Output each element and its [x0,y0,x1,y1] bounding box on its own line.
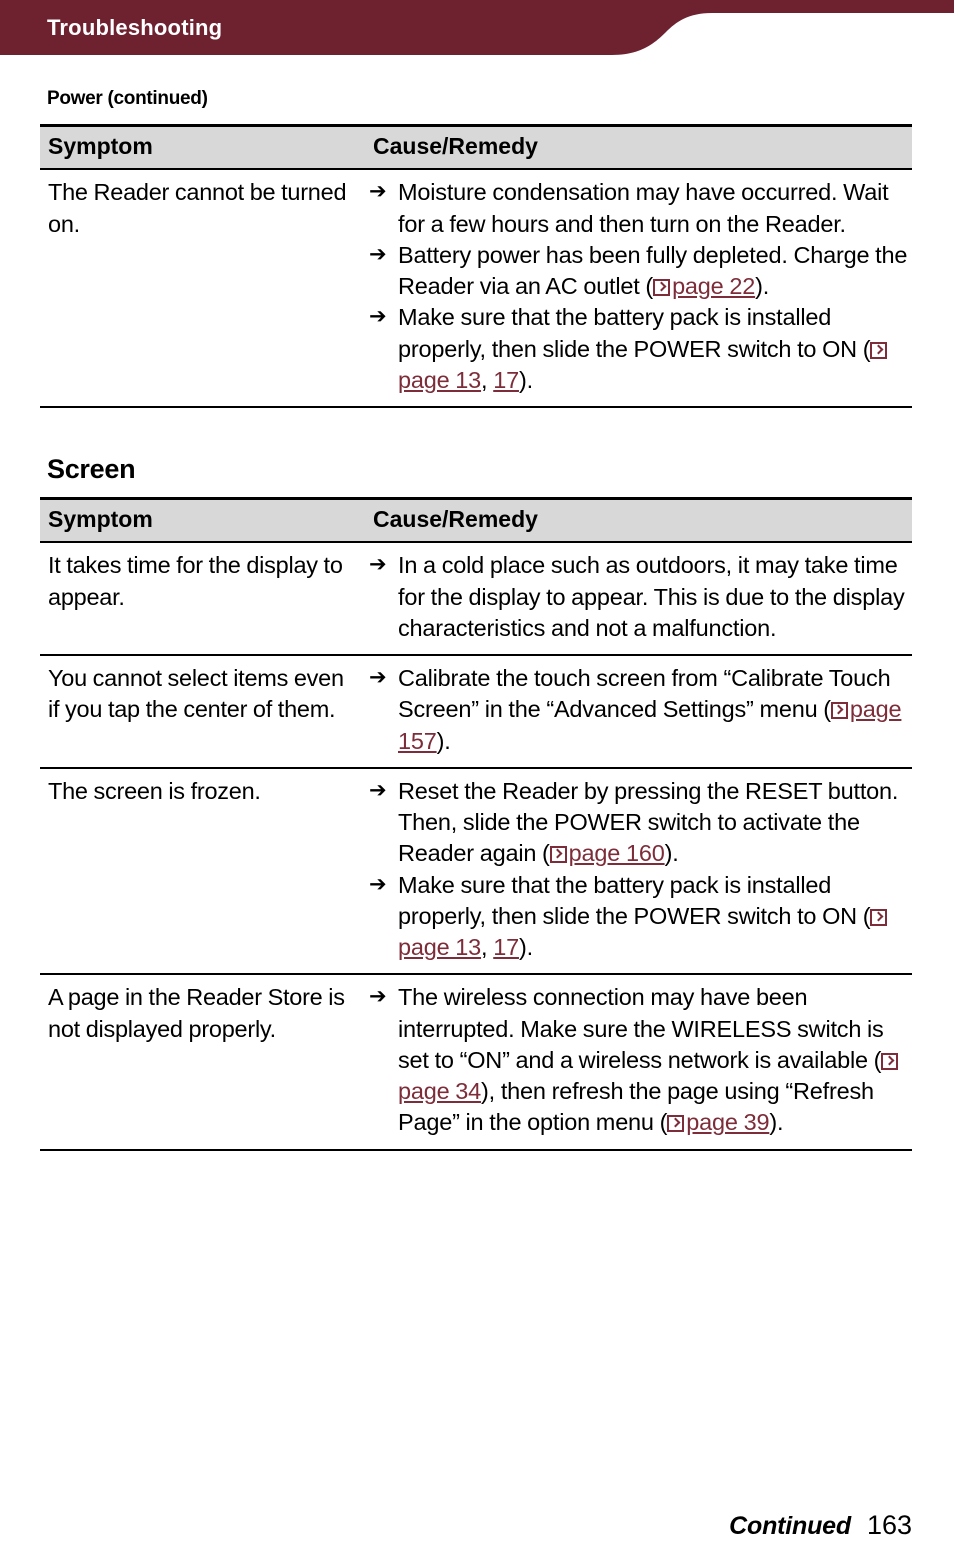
remedy-item: ➔ Moisture condensation may have occurred… [369,177,910,240]
table-row: You cannot select items even if you tap … [40,655,912,769]
cell-symptom: The Reader cannot be turned on. [40,169,355,409]
spacer-top [0,58,954,88]
arrow-right-bullet-icon: ➔ [369,304,387,329]
page-reference-link[interactable]: 17 [493,934,519,960]
arrow-right-bullet-icon: ➔ [369,777,387,802]
page-reference-icon [653,279,671,297]
remedy-item: ➔ Calibrate the touch screen from “Calibr… [369,663,910,757]
page-reference-icon [549,846,567,864]
cell-remedy: ➔ Calibrate the touch screen from “Calibr… [355,655,912,769]
table-row: The screen is frozen. ➔ Reset the Reader … [40,767,912,976]
remedy-list: ➔ Moisture condensation may have occurred… [369,177,910,396]
troubleshooting-table-screen: Symptom Cause/Remedy It takes time for t… [40,497,912,1151]
page-reference-link[interactable]: page 34 [398,1078,481,1104]
remedy-text: The wireless connection may have been in… [398,984,900,1135]
cell-symptom: You cannot select items even if you tap … [40,655,355,769]
column-header-symptom: Symptom [40,124,355,171]
cell-remedy: ➔ Reset the Reader by pressing the RESET … [355,767,912,976]
page-reference-icon [881,1052,899,1070]
cell-symptom: The screen is frozen. [40,767,355,976]
arrow-right-bullet-icon: ➔ [369,871,387,896]
remedy-list: ➔ The wireless connection may have been i… [369,982,910,1138]
section-heading-screen: Screen [47,454,136,485]
page-reference-link[interactable]: page 13 [398,367,481,393]
page-reference-icon [667,1115,685,1133]
section-heading-power: Power (continued) [47,88,208,109]
arrow-right-bullet-icon: ➔ [369,984,387,1009]
remedy-item: ➔ The wireless connection may have been i… [369,982,910,1138]
remedy-list: ➔ Calibrate the touch screen from “Calibr… [369,663,910,757]
remedy-text: Calibrate the touch screen from “Calibra… [398,665,902,754]
table-header-row: Symptom Cause/Remedy [40,497,912,544]
page-content: Power (continued) Symptom Cause/Remedy T… [0,58,954,1151]
table-row: A page in the Reader Store is not displa… [40,974,912,1151]
remedy-list: ➔ In a cold place such as outdoors, it ma… [369,550,910,644]
troubleshooting-table-power: Symptom Cause/Remedy The Reader cannot b… [40,124,912,409]
remedy-text: Reset the Reader by pressing the RESET b… [398,777,899,867]
column-header-remedy: Cause/Remedy [355,497,912,544]
page-footer: Continued 163 [40,1510,912,1541]
cell-remedy: ➔ Moisture condensation may have occurred… [355,169,912,409]
remedy-text: Battery power has been fully depleted. C… [398,241,908,300]
table-header-row: Symptom Cause/Remedy [40,124,912,171]
page-header-band: Troubleshooting [0,0,954,58]
cell-remedy: ➔ In a cold place such as outdoors, it ma… [355,542,912,657]
remedy-text: Make sure that the battery pack is insta… [398,304,889,393]
cell-remedy: ➔ The wireless connection may have been i… [355,974,912,1151]
arrow-right-bullet-icon: ➔ [369,552,387,577]
page-reference-link[interactable]: page 39 [686,1109,769,1135]
page-reference-icon [870,341,888,359]
page-number: 163 [866,1510,912,1540]
cell-symptom: A page in the Reader Store is not displa… [40,974,355,1151]
page-reference-icon [830,702,848,720]
page-reference-link[interactable]: 17 [493,367,519,393]
remedy-text: In a cold place such as outdoors, it may… [398,552,905,641]
remedy-item: ➔ Reset the Reader by pressing the RESET … [369,776,910,870]
column-header-symptom: Symptom [40,497,355,544]
page-title: Troubleshooting [47,15,223,40]
table-row: The Reader cannot be turned on. ➔ Moistur… [40,169,912,409]
page-reference-link[interactable]: page 22 [672,273,755,299]
arrow-right-bullet-icon: ➔ [369,179,387,204]
arrow-right-bullet-icon: ➔ [369,665,387,690]
spacer-between-sections [0,408,954,454]
cell-symptom: It takes time for the display to appear. [40,542,355,657]
table-body: The Reader cannot be turned on. ➔ Moistur… [40,169,912,409]
remedy-item: ➔ In a cold place such as outdoors, it ma… [369,550,910,644]
table-body: It takes time for the display to appear.… [40,542,912,1151]
remedy-item: ➔ Battery power has been fully depleted. … [369,240,910,303]
remedy-text: Make sure that the battery pack is insta… [398,872,889,960]
page-reference-link[interactable]: page 160 [569,840,665,866]
remedy-list: ➔ Reset the Reader by pressing the RESET … [369,776,910,964]
page-reference-icon [870,908,888,926]
arrow-right-bullet-icon: ➔ [369,241,387,266]
page-reference-link[interactable]: page 157 [398,696,902,753]
column-header-remedy: Cause/Remedy [355,124,912,171]
continued-label: Continued [729,1512,851,1540]
remedy-text: Moisture condensation may have occurred.… [398,179,889,237]
table-row: It takes time for the display to appear.… [40,542,912,657]
remedy-item: ➔ Make sure that the battery pack is inst… [369,302,910,396]
page-reference-link[interactable]: page 13 [398,934,481,960]
remedy-item: ➔ Make sure that the battery pack is inst… [369,870,910,964]
